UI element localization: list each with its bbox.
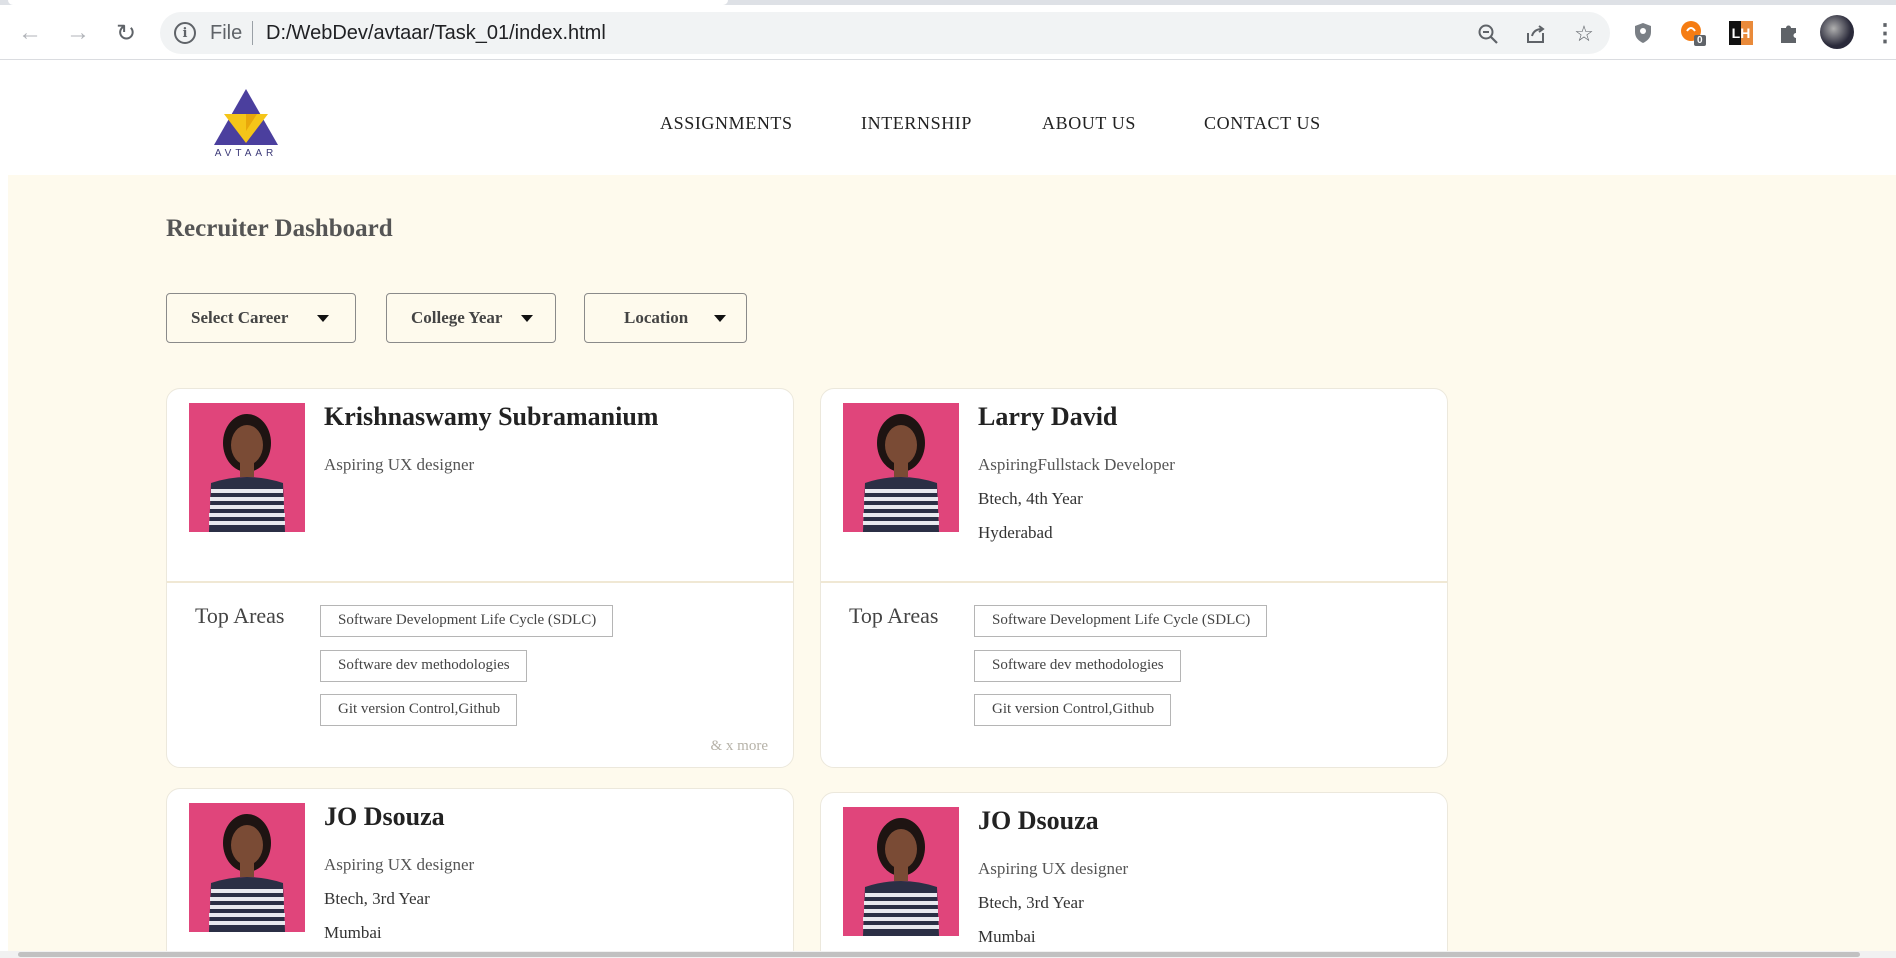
college-year-label: College Year <box>411 308 503 327</box>
candidate-photo <box>843 403 959 532</box>
info-icon[interactable]: i <box>174 22 196 44</box>
page: AVTAAR ASSIGNMENTS INTERNSHIP ABOUT US C… <box>8 70 1896 958</box>
star-icon[interactable]: ☆ <box>1570 20 1598 48</box>
candidate-location: Mumbai <box>978 927 1036 946</box>
candidate-card[interactable]: Krishnaswamy Subramanium Aspiring UX des… <box>166 388 794 768</box>
skill-tag[interactable]: Software dev methodologies <box>974 650 1181 682</box>
candidate-photo <box>843 807 959 936</box>
candidate-photo <box>189 403 305 532</box>
location-dropdown[interactable]: Location <box>584 293 747 343</box>
candidate-card[interactable]: JO Dsouza Aspiring UX designer Btech, 3r… <box>820 792 1448 958</box>
candidate-card[interactable]: Larry David AspiringFullstack Developer … <box>820 388 1448 768</box>
share-icon[interactable] <box>1522 20 1550 48</box>
horizontal-scrollbar[interactable] <box>0 951 1896 958</box>
reload-icon[interactable]: ↻ <box>110 17 142 49</box>
nav-internship[interactable]: INTERNSHIP <box>861 113 972 134</box>
card-divider <box>167 581 793 583</box>
lighthouse-label: LH <box>1729 21 1753 45</box>
scrollbar-thumb[interactable] <box>18 952 1860 957</box>
extension-badge-count: 0 <box>1694 35 1706 46</box>
candidate-name: JO Dsouza <box>978 806 1099 835</box>
skill-tag[interactable]: Software Development Life Cycle (SDLC) <box>974 605 1268 637</box>
zoom-out-icon[interactable] <box>1474 20 1502 48</box>
url-scheme-label: File <box>210 22 243 44</box>
candidate-role: Aspiring UX designer <box>978 859 1129 878</box>
shield-extension-icon[interactable] <box>1628 18 1658 48</box>
chevron-down-icon <box>714 315 726 322</box>
page-title: Recruiter Dashboard <box>166 215 393 242</box>
avtaar-logo[interactable]: AVTAAR <box>206 87 286 162</box>
skill-tag[interactable]: Software Development Life Cycle (SDLC) <box>320 605 614 637</box>
candidate-year: Btech, 4th Year <box>978 489 1083 508</box>
extension-badge-icon[interactable]: 0 <box>1678 18 1708 48</box>
nav-about-us[interactable]: ABOUT US <box>1042 113 1136 134</box>
candidate-year: Btech, 3rd Year <box>978 893 1084 912</box>
candidate-name: Krishnaswamy Subramanium <box>324 402 659 431</box>
chevron-down-icon <box>521 315 533 322</box>
college-year-dropdown[interactable]: College Year <box>386 293 556 343</box>
site-header: AVTAAR ASSIGNMENTS INTERNSHIP ABOUT US C… <box>8 70 1896 175</box>
logo-icon <box>214 89 278 145</box>
candidate-card[interactable]: JO Dsouza Aspiring UX designer Btech, 3r… <box>166 788 794 958</box>
logo-text: AVTAAR <box>214 148 278 159</box>
back-icon[interactable]: ← <box>14 17 46 49</box>
forward-icon[interactable]: → <box>62 17 94 49</box>
candidate-role: Aspiring UX designer <box>324 855 475 874</box>
candidate-name: Larry David <box>978 402 1118 431</box>
candidate-location: Mumbai <box>324 923 382 942</box>
more-skills-link[interactable]: & x more <box>711 738 769 755</box>
skill-tag[interactable]: Git version Control,Github <box>974 694 1172 726</box>
skill-tag[interactable]: Git version Control,Github <box>320 694 518 726</box>
lighthouse-extension-icon[interactable]: LH <box>1726 18 1756 48</box>
candidate-role: AspiringFullstack Developer <box>978 455 1175 474</box>
candidate-year: Btech, 3rd Year <box>324 889 430 908</box>
select-career-dropdown[interactable]: Select Career <box>166 293 356 343</box>
candidate-name: JO Dsouza <box>324 802 445 831</box>
profile-avatar[interactable] <box>1820 15 1854 49</box>
top-areas-label: Top Areas <box>849 603 939 628</box>
select-career-label: Select Career <box>191 308 289 327</box>
candidate-location: Hyderabad <box>978 523 1053 542</box>
puzzle-icon[interactable] <box>1774 18 1804 48</box>
browser-toolbar: ← → ↻ i File D:/WebDev/avtaar/Task_01/in… <box>0 5 1896 60</box>
location-label: Location <box>624 308 689 327</box>
chevron-down-icon <box>317 315 329 322</box>
card-divider <box>821 581 1447 583</box>
address-bar[interactable]: i File D:/WebDev/avtaar/Task_01/index.ht… <box>160 12 1610 54</box>
candidate-role: Aspiring UX designer <box>324 455 475 474</box>
url-text[interactable]: D:/WebDev/avtaar/Task_01/index.html <box>266 22 606 45</box>
url-separator <box>252 21 253 45</box>
kebab-menu-icon[interactable]: ⋮ <box>1870 18 1896 48</box>
top-areas-label: Top Areas <box>195 603 285 628</box>
skill-tag[interactable]: Software dev methodologies <box>320 650 527 682</box>
nav-contact-us[interactable]: CONTACT US <box>1204 113 1321 134</box>
nav-assignments[interactable]: ASSIGNMENTS <box>660 113 793 134</box>
candidate-photo <box>189 803 305 932</box>
